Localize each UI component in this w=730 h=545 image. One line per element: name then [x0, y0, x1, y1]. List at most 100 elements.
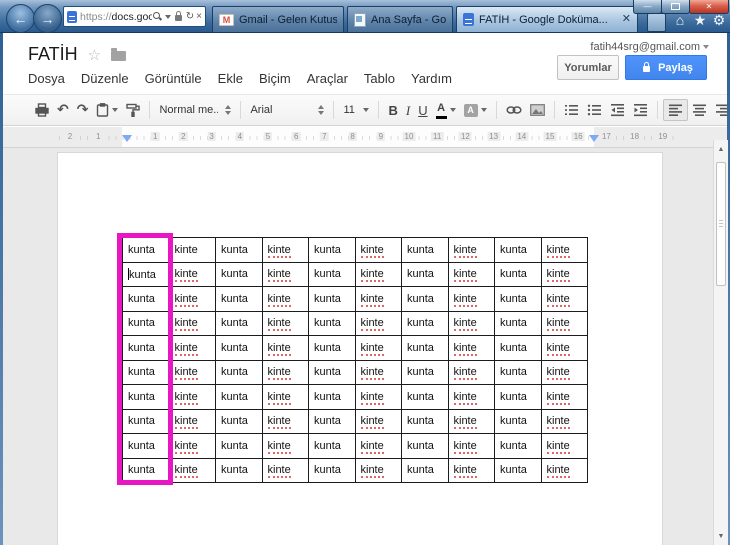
table-cell[interactable]: kinte	[168, 335, 216, 361]
table-cell[interactable]: kinte	[354, 384, 402, 410]
maximize-button[interactable]	[661, 0, 690, 14]
insert-image-button[interactable]	[526, 99, 549, 121]
folder-icon[interactable]	[111, 47, 127, 61]
table-cell[interactable]: kunta	[401, 359, 449, 385]
minimize-button[interactable]: —	[633, 0, 662, 14]
table-cell[interactable]: kinte	[261, 286, 309, 312]
table-cell[interactable]: kinte	[261, 457, 309, 483]
table-cell[interactable]: kunta	[401, 433, 449, 459]
table-cell[interactable]: kunta	[494, 261, 542, 287]
insert-link-button[interactable]	[502, 99, 526, 121]
table-cell[interactable]: kinte	[447, 261, 495, 287]
decrease-indent-button[interactable]	[606, 99, 629, 121]
menu-tablo[interactable]: Tablo	[356, 69, 403, 88]
redo-button[interactable]: ↷	[73, 99, 93, 121]
table-cell[interactable]: kinte	[168, 433, 216, 459]
undo-button[interactable]: ↶	[53, 99, 73, 121]
menu-düzenle[interactable]: Düzenle	[73, 69, 137, 88]
table-cell[interactable]: kunta	[494, 457, 542, 483]
table-cell[interactable]: kunta	[308, 359, 356, 385]
table-cell[interactable]: kinte	[261, 310, 309, 336]
table-cell[interactable]: kinte	[354, 286, 402, 312]
highlight-color-button[interactable]: A	[460, 99, 491, 121]
table-cell[interactable]: kinte	[261, 261, 309, 287]
table-cell[interactable]: kunta	[122, 359, 170, 385]
stop-button[interactable]: ×	[196, 11, 202, 22]
table-cell[interactable]: kunta	[401, 261, 449, 287]
tab-close-button[interactable]: ✕	[622, 14, 631, 25]
table-cell[interactable]: kunta	[215, 237, 263, 263]
table-cell[interactable]: kinte	[168, 457, 216, 483]
table-cell[interactable]: kunta	[215, 457, 263, 483]
menu-biçim[interactable]: Biçim	[251, 69, 299, 88]
table-cell[interactable]: kunta	[215, 310, 263, 336]
font-size-dropdown[interactable]: 11	[339, 99, 373, 121]
table-cell[interactable]: kinte	[540, 237, 588, 263]
table-cell[interactable]: kinte	[354, 457, 402, 483]
table-cell[interactable]: kinte	[168, 261, 216, 287]
table-cell[interactable]: kunta	[308, 335, 356, 361]
align-left-button[interactable]	[662, 99, 688, 121]
table-cell[interactable]: kinte	[447, 433, 495, 459]
menu-yardım[interactable]: Yardım	[403, 69, 460, 88]
table-cell[interactable]: kunta	[494, 359, 542, 385]
menu-araçlar[interactable]: Araçlar	[299, 69, 356, 88]
table-cell[interactable]: kunta	[122, 261, 170, 287]
table-cell[interactable]: kinte	[354, 261, 402, 287]
scroll-up-button[interactable]: ▲	[714, 146, 728, 154]
print-button[interactable]	[31, 99, 53, 121]
table-cell[interactable]: kunta	[494, 286, 542, 312]
table-cell[interactable]: kunta	[308, 237, 356, 263]
table-cell[interactable]: kunta	[494, 335, 542, 361]
right-indent-marker[interactable]	[589, 135, 599, 142]
address-bar[interactable]: https://docs.google.c... ↻ ×	[63, 6, 206, 27]
table-cell[interactable]: kinte	[168, 310, 216, 336]
back-button[interactable]: ←	[6, 4, 35, 33]
search-icon[interactable]	[152, 12, 162, 21]
table-cell[interactable]: kunta	[122, 310, 170, 336]
font-dropdown[interactable]: Arial	[246, 99, 328, 121]
table-cell[interactable]: kunta	[308, 384, 356, 410]
style-dropdown[interactable]: Normal me...	[155, 99, 235, 121]
scrollbar-thumb[interactable]	[716, 162, 726, 286]
table-cell[interactable]: kinte	[354, 237, 402, 263]
table-cell[interactable]: kunta	[308, 261, 356, 287]
table-cell[interactable]: kinte	[447, 457, 495, 483]
scroll-down-button[interactable]: ▼	[714, 533, 728, 541]
table-cell[interactable]: kinte	[168, 384, 216, 410]
vertical-scrollbar[interactable]: ▲ ▼	[713, 140, 728, 545]
table-cell[interactable]: kinte	[354, 408, 402, 434]
table-cell[interactable]: kunta	[122, 457, 170, 483]
table-cell[interactable]: kinte	[540, 359, 588, 385]
table-cell[interactable]: kinte	[168, 237, 216, 263]
table-cell[interactable]: kunta	[401, 335, 449, 361]
table-cell[interactable]: kunta	[122, 286, 170, 312]
increase-indent-button[interactable]	[629, 99, 652, 121]
table-cell[interactable]: kunta	[401, 384, 449, 410]
table-cell[interactable]: kunta	[401, 408, 449, 434]
table-cell[interactable]: kunta	[122, 433, 170, 459]
web-clipboard-button[interactable]	[92, 99, 122, 121]
close-button[interactable]: ✕	[689, 0, 729, 14]
star-document-button[interactable]: ☆	[88, 46, 101, 64]
account-menu[interactable]: fatih44srg@gmail.com	[590, 41, 709, 53]
table-cell[interactable]: kinte	[168, 408, 216, 434]
table-cell[interactable]: kunta	[122, 408, 170, 434]
table-cell[interactable]: kunta	[215, 335, 263, 361]
table-cell[interactable]: kinte	[168, 286, 216, 312]
table-cell[interactable]: kinte	[261, 433, 309, 459]
table-cell[interactable]: kunta	[308, 457, 356, 483]
table-cell[interactable]: kinte	[540, 457, 588, 483]
refresh-button[interactable]: ↻	[186, 11, 194, 22]
table-cell[interactable]: kinte	[540, 408, 588, 434]
table-cell[interactable]: kunta	[494, 408, 542, 434]
table-cell[interactable]: kinte	[540, 286, 588, 312]
table-cell[interactable]: kunta	[308, 433, 356, 459]
table-cell[interactable]: kunta	[215, 408, 263, 434]
table-cell[interactable]: kunta	[494, 433, 542, 459]
table-cell[interactable]: kunta	[215, 359, 263, 385]
table-cell[interactable]: kinte	[540, 433, 588, 459]
table-cell[interactable]: kunta	[401, 457, 449, 483]
tab-gmail[interactable]: M Gmail - Gelen Kutusu (5) - f...	[212, 6, 344, 32]
table-cell[interactable]: kinte	[447, 335, 495, 361]
